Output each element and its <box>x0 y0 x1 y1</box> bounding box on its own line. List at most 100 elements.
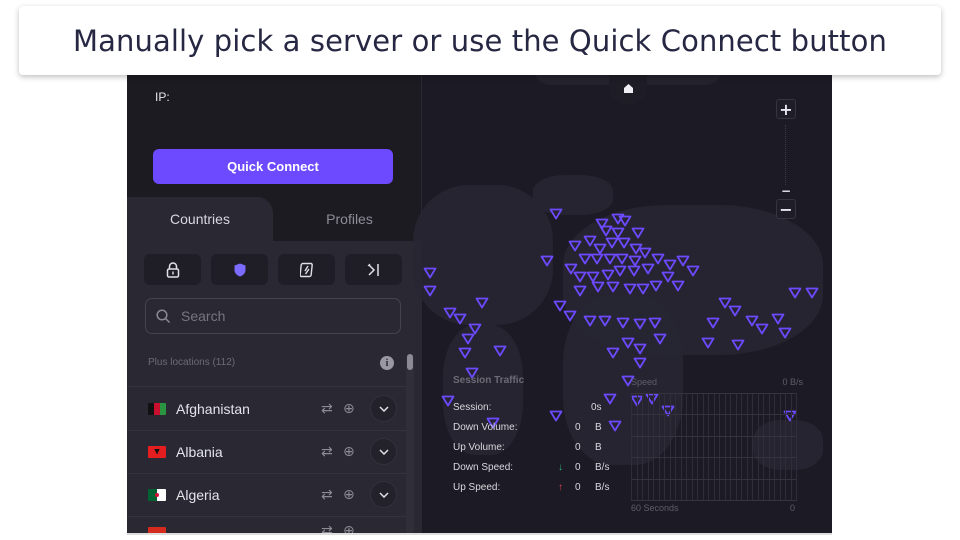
server-marker-icon[interactable] <box>701 337 715 349</box>
country-row-algeria[interactable]: Algeria ⇄ ⊕ <box>127 473 406 516</box>
server-marker-icon[interactable] <box>540 255 554 267</box>
server-marker-icon[interactable] <box>638 247 652 259</box>
expand-button[interactable] <box>370 481 397 508</box>
globe-icon[interactable]: ⊕ <box>343 523 355 533</box>
server-marker-icon[interactable] <box>731 339 745 351</box>
traffic-unit: B <box>595 422 602 433</box>
tor-icon <box>367 263 379 276</box>
server-marker-icon[interactable] <box>606 281 620 293</box>
server-marker-icon[interactable] <box>633 343 647 355</box>
zoom-level-indicator[interactable]: − <box>776 184 796 198</box>
server-marker-icon[interactable] <box>649 280 663 292</box>
globe-icon[interactable]: ⊕ <box>343 401 355 417</box>
server-marker-icon[interactable] <box>648 317 662 329</box>
server-marker-icon[interactable] <box>805 287 819 299</box>
country-row-andorra[interactable]: ⇄ ⊕ <box>127 517 406 533</box>
tab-countries[interactable]: Countries <box>127 197 273 241</box>
expand-button[interactable] <box>370 395 397 422</box>
speed-current-value: 0 B/s <box>782 377 803 387</box>
server-marker-icon[interactable] <box>423 285 437 297</box>
server-marker-icon[interactable] <box>568 240 582 252</box>
scrollbar-track[interactable] <box>406 354 414 533</box>
server-marker-icon[interactable] <box>706 317 720 329</box>
server-marker-icon[interactable] <box>636 283 650 295</box>
traffic-value: 0 <box>575 482 581 493</box>
server-marker-icon[interactable] <box>583 315 597 327</box>
server-marker-icon[interactable] <box>728 305 742 317</box>
andorra-flag-icon <box>148 527 166 533</box>
server-marker-icon[interactable] <box>633 357 647 369</box>
session-traffic-panel: Session Traffic Session: 0s Down Volume:… <box>453 375 623 493</box>
server-marker-icon[interactable] <box>686 265 700 277</box>
algeria-flag-icon <box>148 488 166 501</box>
secure-core-filter-button[interactable] <box>144 254 201 285</box>
server-marker-icon[interactable] <box>613 265 627 277</box>
server-marker-icon[interactable] <box>591 281 605 293</box>
server-marker-icon[interactable] <box>573 271 587 283</box>
tor-filter-button[interactable] <box>345 254 402 285</box>
country-name: Afghanistan <box>176 400 250 417</box>
server-marker-icon[interactable] <box>475 297 489 309</box>
search-field[interactable] <box>145 298 401 334</box>
reconnect-arrows-icon[interactable]: ⇄ <box>321 523 333 533</box>
server-marker-icon[interactable] <box>771 313 785 325</box>
server-marker-icon[interactable] <box>778 327 792 339</box>
server-marker-icon[interactable] <box>755 323 769 335</box>
server-marker-icon[interactable] <box>590 253 604 265</box>
down-arrow-icon: ↓ <box>558 462 563 473</box>
zoom-out-button[interactable]: − <box>776 199 796 219</box>
chevron-down-icon <box>378 491 389 498</box>
reconnect-arrows-icon[interactable]: ⇄ <box>321 401 333 417</box>
session-traffic-title: Session Traffic <box>453 375 525 386</box>
zoom-slider-track[interactable] <box>785 125 787 185</box>
server-marker-icon[interactable] <box>606 347 620 359</box>
server-marker-icon[interactable] <box>615 253 629 265</box>
server-marker-icon[interactable] <box>627 265 641 277</box>
filter-bar <box>144 254 402 285</box>
quick-connect-button[interactable]: Quick Connect <box>153 149 393 184</box>
country-name: Algeria <box>176 486 220 503</box>
server-marker-icon[interactable] <box>573 285 587 297</box>
caption-banner: Manually pick a server or use the Quick … <box>19 6 941 75</box>
server-marker-icon[interactable] <box>458 347 472 359</box>
server-marker-icon[interactable] <box>663 259 677 271</box>
globe-icon[interactable]: ⊕ <box>343 444 355 460</box>
server-marker-icon[interactable] <box>618 215 632 227</box>
server-marker-icon[interactable] <box>788 287 802 299</box>
info-icon[interactable]: i <box>380 356 394 370</box>
netshield-filter-button[interactable] <box>211 254 268 285</box>
reconnect-arrows-icon[interactable]: ⇄ <box>321 444 333 460</box>
globe-icon[interactable]: ⊕ <box>343 487 355 503</box>
server-marker-icon[interactable] <box>633 318 647 330</box>
server-marker-icon[interactable] <box>493 345 507 357</box>
server-marker-icon[interactable] <box>423 267 437 279</box>
server-marker-icon[interactable] <box>653 333 667 345</box>
greenland-landmass <box>533 175 613 215</box>
search-input[interactable] <box>181 308 381 324</box>
server-marker-icon[interactable] <box>549 208 563 220</box>
server-marker-icon[interactable] <box>461 333 475 345</box>
traffic-row-down-volume: Down Volume: 0 B <box>453 422 623 436</box>
server-marker-icon[interactable] <box>563 310 577 322</box>
albania-flag-icon <box>148 445 166 458</box>
country-row-afghanistan[interactable]: Afghanistan ⇄ ⊕ <box>127 387 406 430</box>
speed-graph: Speed 0 B/s 60 Seconds 0 <box>631 375 803 515</box>
country-row-albania[interactable]: Albania ⇄ ⊕ <box>127 430 406 473</box>
server-marker-icon[interactable] <box>453 313 467 325</box>
world-map[interactable]: + − − Session Traffic Session: 0s Down V… <box>413 75 832 533</box>
server-marker-icon[interactable] <box>623 283 637 295</box>
p2p-filter-button[interactable] <box>278 254 335 285</box>
expand-button[interactable] <box>370 438 397 465</box>
zoom-in-button[interactable]: + <box>776 99 796 119</box>
server-marker-icon[interactable] <box>631 227 645 239</box>
server-marker-icon[interactable] <box>671 280 685 292</box>
server-marker-icon[interactable] <box>598 315 612 327</box>
plus-locations-header: Plus locations (112) <box>148 357 236 368</box>
server-marker-icon[interactable] <box>616 317 630 329</box>
traffic-label: Down Volume: <box>453 422 518 433</box>
traffic-label: Down Speed: <box>453 462 514 473</box>
reconnect-arrows-icon[interactable]: ⇄ <box>321 487 333 503</box>
scrollbar-thumb[interactable] <box>407 354 413 370</box>
tab-profiles[interactable]: Profiles <box>277 197 422 241</box>
home-button[interactable] <box>609 75 647 105</box>
